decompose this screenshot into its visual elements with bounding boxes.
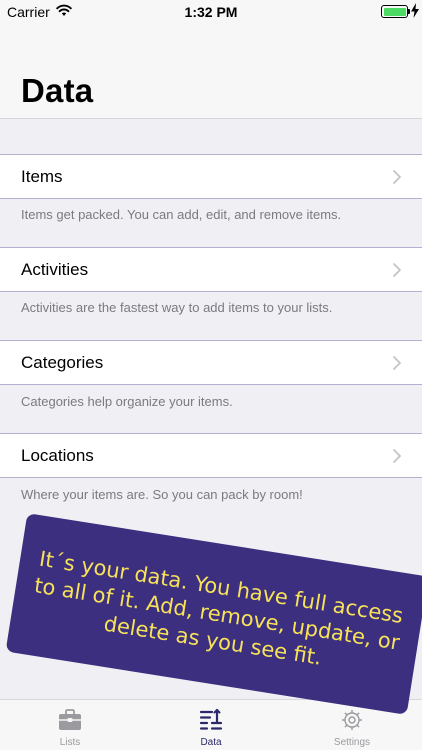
charging-bolt-icon [411, 3, 419, 18]
tab-label: Data [200, 737, 222, 748]
tab-label: Lists [59, 737, 81, 748]
data-screen: Carrier 1:32 PM Data Items Items get pac… [0, 0, 422, 750]
row-footer-locations: Where your items are. So you can pack by… [21, 487, 303, 502]
chevron-right-icon [393, 170, 401, 184]
tab-label: Settings [333, 737, 371, 748]
page-title: Data [21, 72, 94, 109]
tab-data[interactable]: Data [141, 700, 281, 750]
row-label: Items [21, 167, 63, 186]
tab-lists[interactable]: Lists [0, 700, 140, 750]
row-label: Categories [21, 353, 104, 372]
row-footer-categories: Categories help organize your items. [21, 394, 233, 409]
promo-banner: It´s your data. You have full access to … [5, 513, 422, 715]
gear-icon [342, 710, 362, 730]
suitcase-icon [59, 709, 81, 730]
promo-banner-text: It´s your data. You have full access to … [5, 513, 422, 715]
chevron-right-icon [393, 263, 401, 277]
row-footer-activities: Activities are the fastest way to add it… [21, 300, 333, 315]
navigation-header: Carrier 1:32 PM Data [0, 0, 422, 118]
row-items[interactable]: Items [0, 154, 422, 199]
chevron-right-icon [393, 356, 401, 370]
row-activities[interactable]: Activities [0, 247, 422, 292]
row-footer-items: Items get packed. You can add, edit, and… [21, 207, 342, 222]
status-bar: Carrier 1:32 PM [0, 0, 422, 24]
chevron-right-icon [393, 449, 401, 463]
clock: 1:32 PM [184, 4, 238, 20]
sort-list-icon [199, 708, 223, 730]
row-label: Locations [21, 446, 94, 465]
battery-icon [381, 5, 408, 18]
row-label: Activities [21, 260, 89, 279]
row-locations[interactable]: Locations [0, 433, 422, 478]
header-divider [0, 118, 422, 119]
row-categories[interactable]: Categories [0, 340, 422, 385]
